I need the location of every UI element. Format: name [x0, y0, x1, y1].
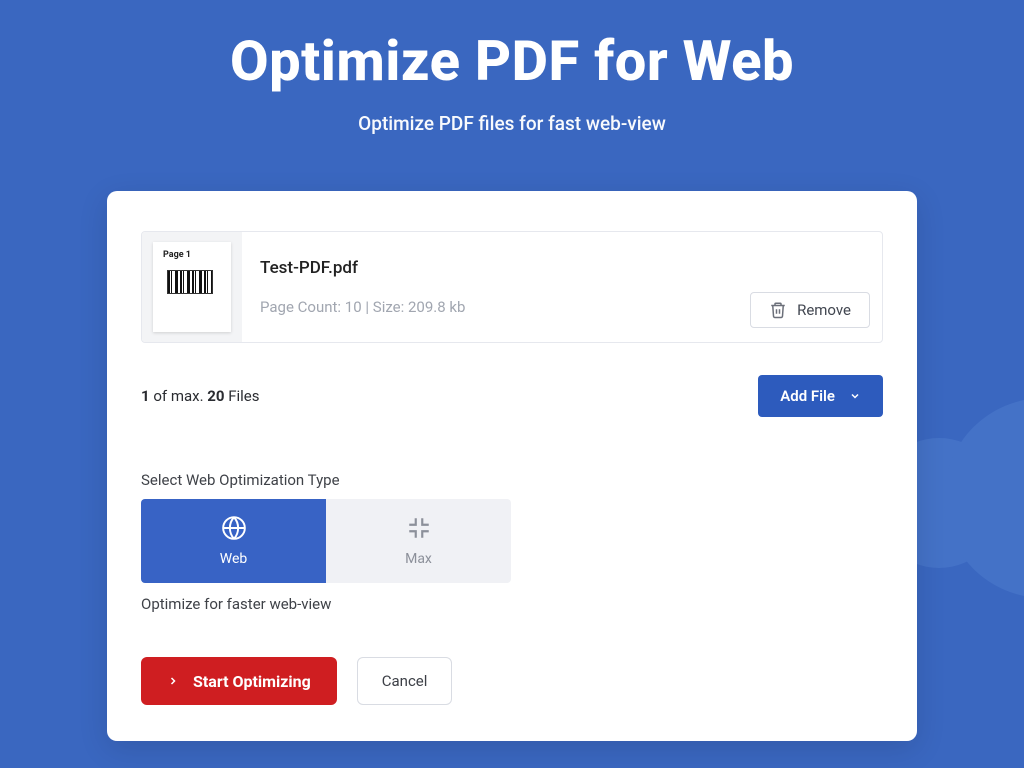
optimize-card: Page 1 Test-PDF.pdf Page Count: 10 | Siz…	[107, 191, 917, 741]
file-thumbnail-wrap: Page 1	[142, 232, 242, 342]
counter-row: 1 of max. 20 Files Add File	[141, 375, 883, 417]
page-count-value: 10	[345, 298, 362, 316]
add-file-button[interactable]: Add File	[758, 375, 883, 417]
thumb-page-label: Page 1	[163, 250, 191, 260]
file-row: Page 1 Test-PDF.pdf Page Count: 10 | Siz…	[141, 231, 883, 343]
chevron-down-icon	[849, 390, 861, 402]
counter-max: 20	[207, 387, 224, 405]
page-count-label: Page Count:	[260, 298, 341, 316]
file-info: Test-PDF.pdf Page Count: 10 | Size: 209.…	[242, 232, 882, 342]
page-subtitle: Optimize PDF files for fast web-view	[0, 112, 1024, 135]
counter-mid: of max.	[150, 387, 208, 405]
compress-icon	[406, 515, 432, 541]
chevron-right-icon	[167, 674, 179, 688]
cancel-label: Cancel	[382, 672, 428, 690]
meta-separator: |	[365, 298, 372, 316]
size-label: Size:	[373, 298, 404, 316]
optimization-section-label: Select Web Optimization Type	[141, 471, 883, 489]
optimization-max-option[interactable]: Max	[326, 499, 511, 583]
start-optimizing-button[interactable]: Start Optimizing	[141, 657, 337, 705]
remove-label: Remove	[797, 301, 851, 319]
optimization-description: Optimize for faster web-view	[141, 595, 883, 613]
optimization-web-option[interactable]: Web	[141, 499, 326, 583]
counter-current: 1	[141, 387, 150, 405]
barcode-icon	[167, 270, 213, 294]
page-title: Optimize PDF for Web	[0, 28, 1024, 94]
optimization-max-label: Max	[405, 551, 432, 567]
counter-suffix: Files	[224, 387, 259, 405]
action-row: Start Optimizing Cancel	[141, 657, 883, 705]
remove-button[interactable]: Remove	[750, 292, 870, 328]
file-thumbnail: Page 1	[153, 242, 231, 332]
optimization-web-label: Web	[220, 551, 248, 567]
file-name: Test-PDF.pdf	[260, 258, 864, 278]
globe-icon	[221, 515, 247, 541]
optimization-type-segment: Web Max	[141, 499, 511, 583]
file-counter: 1 of max. 20 Files	[141, 387, 260, 405]
start-label: Start Optimizing	[193, 672, 311, 691]
size-value: 209.8 kb	[408, 298, 465, 316]
trash-icon	[769, 301, 787, 319]
add-file-label: Add File	[780, 387, 835, 405]
cancel-button[interactable]: Cancel	[357, 657, 453, 705]
